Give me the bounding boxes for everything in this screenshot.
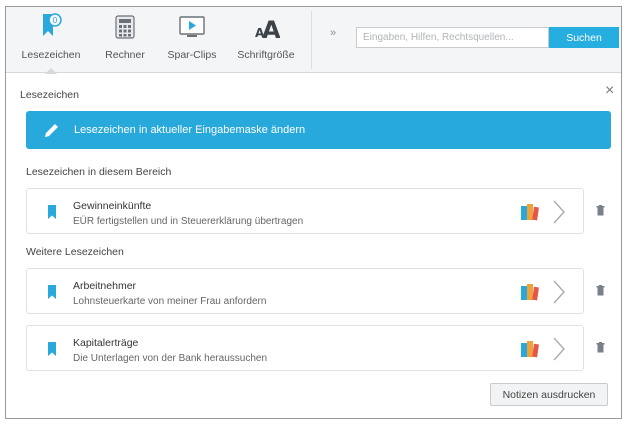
tool-label: Lesezeichen bbox=[21, 49, 81, 61]
video-clip-icon bbox=[178, 11, 206, 43]
tool-rechner[interactable]: Rechner bbox=[100, 11, 150, 71]
bookmark-icon bbox=[47, 341, 57, 360]
search-button[interactable]: Suchen bbox=[549, 27, 619, 48]
bookmark-note: EÜR fertigstellen und in Steuererklärung… bbox=[73, 216, 304, 227]
bookmark-card[interactable]: Kapitalerträge Die Unterlagen von der Ba… bbox=[26, 325, 584, 371]
bookmark-note: Lohnsteuerkarte von meiner Frau anforder… bbox=[73, 296, 267, 307]
books-icon[interactable] bbox=[519, 282, 541, 305]
font-size-icon: A A bbox=[252, 11, 280, 43]
chevron-right-icon[interactable] bbox=[552, 336, 566, 365]
search-input[interactable] bbox=[356, 27, 549, 48]
bookmark-icon bbox=[47, 284, 57, 303]
toolbar: 0 Lesezeichen Rechner Spar-Clips A A Sch… bbox=[6, 7, 621, 74]
bookmark-note: Die Unterlagen von der Bank heraussuchen bbox=[73, 353, 268, 364]
calculator-icon bbox=[115, 11, 135, 43]
banner-label: Lesezeichen in aktueller Eingabemaske än… bbox=[74, 124, 306, 136]
tool-label: Schriftgröße bbox=[237, 49, 295, 61]
books-icon[interactable] bbox=[519, 339, 541, 362]
bookmark-icon: 0 bbox=[40, 11, 62, 43]
tool-label: Spar-Clips bbox=[167, 49, 217, 61]
bookmark-title: Gewinneinkünfte bbox=[73, 200, 152, 212]
tool-spar-clips[interactable]: Spar-Clips bbox=[163, 11, 221, 71]
trash-icon[interactable] bbox=[596, 342, 605, 356]
panel-title: Lesezeichen bbox=[20, 89, 79, 101]
print-notes-button[interactable]: Notizen ausdrucken bbox=[490, 383, 608, 406]
close-icon[interactable]: × bbox=[605, 83, 614, 99]
section-more-heading: Weitere Lesezeichen bbox=[26, 246, 124, 258]
bookmark-title: Kapitalerträge bbox=[73, 337, 139, 349]
bookmark-icon bbox=[47, 204, 57, 223]
toolbar-divider bbox=[311, 11, 312, 69]
bookmarks-window: 0 Lesezeichen Rechner Spar-Clips A A Sch… bbox=[5, 6, 622, 419]
chevron-right-icon[interactable] bbox=[552, 279, 566, 308]
chevron-right-icon[interactable] bbox=[552, 199, 566, 228]
trash-icon[interactable] bbox=[596, 285, 605, 299]
edit-bookmarks-banner[interactable]: Lesezeichen in aktueller Eingabemaske än… bbox=[26, 111, 611, 149]
bookmark-card[interactable]: Gewinneinkünfte EÜR fertigstellen und in… bbox=[26, 188, 584, 234]
tool-schriftgroesse[interactable]: A A Schriftgröße bbox=[231, 11, 301, 71]
trash-icon[interactable] bbox=[596, 205, 605, 219]
bookmark-title: Arbeitnehmer bbox=[73, 280, 137, 292]
pencil-icon bbox=[42, 119, 64, 141]
tool-label: Rechner bbox=[105, 49, 145, 61]
bookmark-card[interactable]: Arbeitnehmer Lohnsteuerkarte von meiner … bbox=[26, 268, 584, 314]
tool-lesezeichen[interactable]: 0 Lesezeichen bbox=[20, 11, 82, 74]
section-current-heading: Lesezeichen in diesem Bereich bbox=[26, 166, 172, 178]
svg-text:0: 0 bbox=[53, 16, 58, 25]
double-chevron-right-icon[interactable]: » bbox=[330, 27, 336, 39]
books-icon[interactable] bbox=[519, 202, 541, 225]
svg-text:A: A bbox=[262, 16, 280, 41]
